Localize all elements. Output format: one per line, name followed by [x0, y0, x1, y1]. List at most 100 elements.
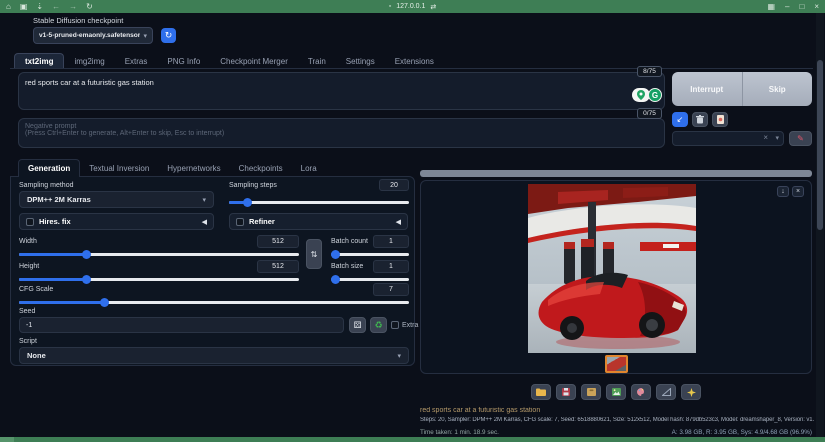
hires-fix-accordion[interactable]: Hires. fix ◀ — [19, 213, 214, 230]
ruler-icon — [662, 388, 671, 396]
skip-button[interactable]: Skip — [743, 72, 813, 106]
generated-image[interactable] — [528, 184, 696, 353]
edit-styles-button[interactable]: ✎ — [789, 131, 812, 146]
apps-icon[interactable]: ▦ — [767, 2, 775, 11]
negative-prompt-input[interactable] — [19, 119, 664, 147]
scrollbar-thumb[interactable] — [817, 60, 823, 230]
tab-img2img[interactable]: img2img — [64, 54, 114, 69]
slider-handle[interactable] — [100, 298, 109, 307]
send-to-extras-button[interactable] — [656, 384, 676, 400]
browser-statusbar — [0, 437, 825, 442]
swap-icon: ⇅ — [311, 250, 318, 259]
slider-handle[interactable] — [331, 275, 340, 284]
refresh-checkpoints-button[interactable]: ↻ — [161, 28, 176, 43]
subtab-generation[interactable]: Generation — [18, 159, 80, 177]
picture-icon — [612, 388, 621, 396]
site-info-icon[interactable]: ▫ — [389, 3, 391, 10]
grammarly-icon[interactable]: G — [648, 88, 662, 102]
tab-png-info[interactable]: PNG Info — [157, 54, 210, 69]
subtab-hypernetworks[interactable]: Hypernetworks — [158, 160, 229, 177]
dice-icon: ⚄ — [354, 320, 362, 331]
gallery-thumbnail[interactable] — [605, 355, 628, 373]
batch-count-input[interactable] — [373, 235, 409, 248]
tab-settings[interactable]: Settings — [336, 54, 385, 69]
close-button[interactable]: × — [814, 2, 819, 11]
width-input[interactable] — [257, 235, 299, 248]
tab-extensions[interactable]: Extensions — [385, 54, 444, 69]
prompt-input[interactable]: red sports car at a futuristic gas stati… — [19, 73, 664, 109]
cfg-scale-slider[interactable] — [19, 298, 409, 307]
script-dropdown[interactable]: None ▾ — [19, 347, 409, 364]
batch-size-input[interactable] — [373, 260, 409, 273]
clear-prompt-button[interactable] — [692, 112, 708, 127]
slider-handle[interactable] — [243, 198, 252, 207]
clear-styles-icon[interactable]: × — [763, 133, 768, 142]
download-image-button[interactable]: ↓ — [777, 186, 789, 197]
collapse-icon: ◀ — [396, 218, 401, 226]
sampling-steps-slider[interactable] — [229, 198, 409, 207]
close-icon: × — [796, 188, 800, 195]
open-folder-button[interactable] — [531, 384, 551, 400]
close-image-button[interactable]: × — [792, 186, 804, 197]
prompt-token-counter: 8/75 — [637, 66, 662, 77]
tabs-icon[interactable]: ▣ — [20, 0, 28, 13]
subtab-checkpoints[interactable]: Checkpoints — [230, 160, 292, 177]
reuse-seed-button[interactable]: ♻ — [370, 317, 387, 333]
tabs-divider — [10, 68, 813, 69]
extra-networks-button[interactable] — [712, 112, 728, 127]
back-icon[interactable]: ← — [52, 0, 60, 13]
send-to-img2img-button[interactable] — [606, 384, 626, 400]
subtab-textual-inversion[interactable]: Textual Inversion — [80, 160, 158, 177]
time-taken: Time taken: 1 min. 18.9 sec. — [420, 429, 499, 436]
slider-handle[interactable] — [82, 250, 91, 259]
save-image-button[interactable] — [556, 384, 576, 400]
output-gallery: ↓ × — [420, 180, 812, 374]
slider-handle[interactable] — [331, 250, 340, 259]
save-zip-button[interactable] — [581, 384, 601, 400]
refiner-accordion[interactable]: Refiner ◀ — [229, 213, 408, 230]
swap-dimensions-button[interactable]: ⇅ — [306, 239, 322, 269]
download-icon[interactable]: ⇣ — [36, 0, 43, 13]
extra-seed-option[interactable]: Extra — [391, 321, 418, 329]
folder-icon — [536, 388, 546, 396]
generation-panel: Sampling method DPM++ 2M Karras ▾ Sampli… — [10, 176, 415, 366]
sampling-steps-input[interactable] — [379, 179, 409, 191]
sampling-method-dropdown[interactable]: DPM++ 2M Karras ▾ — [19, 191, 214, 208]
tab-extras[interactable]: Extras — [115, 54, 158, 69]
home-icon[interactable]: ⌂ — [6, 0, 11, 13]
url-text[interactable]: 127.0.0.1 — [396, 3, 425, 10]
collapse-icon: ◀ — [202, 218, 207, 226]
tab-checkpoint-merger[interactable]: Checkpoint Merger — [210, 54, 298, 69]
upscale-button[interactable] — [681, 384, 701, 400]
seed-input[interactable] — [19, 317, 344, 333]
floppy-icon — [562, 388, 570, 396]
height-label: Height — [19, 263, 39, 270]
width-slider[interactable] — [19, 250, 299, 259]
batch-count-slider[interactable] — [331, 250, 409, 259]
cfg-scale-input[interactable] — [373, 283, 409, 296]
width-label: Width — [19, 238, 37, 245]
tab-train[interactable]: Train — [298, 54, 336, 69]
hires-fix-checkbox[interactable] — [26, 218, 34, 226]
maximize-button[interactable]: □ — [799, 2, 804, 11]
checkpoint-dropdown[interactable]: v1-5-pruned-emaonly.safetensors [6ce0161… — [33, 27, 153, 44]
random-seed-button[interactable]: ⚄ — [349, 317, 366, 333]
extra-seed-checkbox[interactable] — [391, 321, 399, 329]
subtab-lora[interactable]: Lora — [292, 160, 326, 177]
address-bar[interactable]: ▫ 127.0.0.1 ⇄ — [0, 0, 825, 13]
stable-diffusion-webui: ⌂ ▣ ⇣ ← → ↻ ▫ 127.0.0.1 ⇄ ▦ – □ × Stable… — [0, 0, 825, 442]
interrupt-button[interactable]: Interrupt — [672, 72, 742, 106]
height-slider[interactable] — [19, 275, 299, 284]
send-to-inpaint-button[interactable] — [631, 384, 651, 400]
refiner-checkbox[interactable] — [236, 218, 244, 226]
paste-generation-params-button[interactable]: ↙ — [672, 112, 688, 127]
script-value: None — [27, 351, 397, 360]
shuffle-icon[interactable]: ⇄ — [430, 3, 436, 11]
tab-txt2img[interactable]: txt2img — [14, 53, 64, 69]
styles-dropdown[interactable]: × ▾ — [672, 131, 784, 146]
slider-handle[interactable] — [82, 275, 91, 284]
reload-icon[interactable]: ↻ — [86, 0, 93, 13]
forward-icon[interactable]: → — [69, 0, 77, 13]
height-input[interactable] — [257, 260, 299, 273]
minimize-button[interactable]: – — [785, 2, 789, 11]
